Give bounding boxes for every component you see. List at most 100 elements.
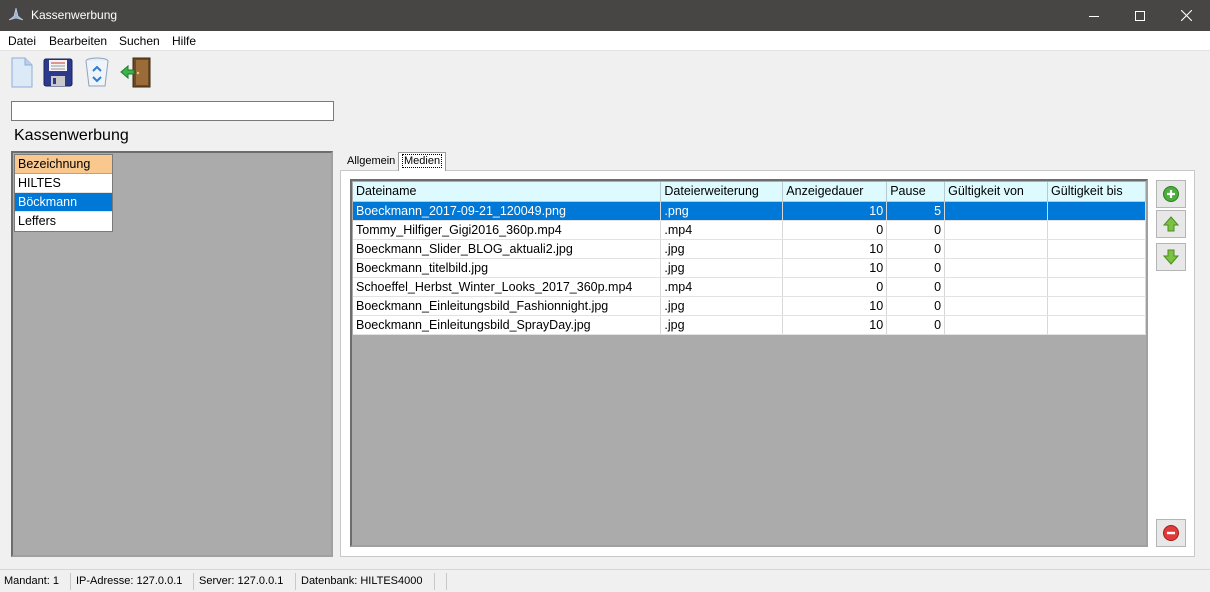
table-row[interactable]: Boeckmann_Einleitungsbild_SprayDay.jpg .j… bbox=[353, 315, 1146, 335]
cell-dateiname[interactable]: Boeckmann_Einleitungsbild_Fashionnight.j… bbox=[353, 296, 662, 316]
status-server: Server: 127.0.0.1 bbox=[199, 575, 284, 587]
menu-bearbeiten[interactable]: Bearbeiten bbox=[49, 34, 107, 48]
app-logo-icon bbox=[8, 7, 24, 21]
cell-pause[interactable]: 5 bbox=[886, 201, 946, 221]
table-header-row: Dateiname Dateierweiterung Anzeigedauer … bbox=[353, 182, 1146, 202]
cell-pause[interactable]: 0 bbox=[886, 258, 946, 278]
advertiser-list-panel: Bezeichnung HILTES Böckmann Leffers bbox=[11, 151, 333, 557]
cell-dateiname[interactable]: Boeckmann_titelbild.jpg bbox=[353, 258, 662, 278]
cell-dateiname[interactable]: Boeckmann_Einleitungsbild_SprayDay.jpg bbox=[353, 315, 662, 335]
add-icon bbox=[1163, 186, 1179, 202]
status-mandant: Mandant: 1 bbox=[4, 575, 60, 587]
minimize-button[interactable] bbox=[1071, 0, 1117, 31]
column-header-anzeigedauer[interactable]: Anzeigedauer bbox=[782, 182, 888, 202]
window-title: Kassenwerbung bbox=[31, 8, 118, 22]
cell-gueltigkeit-von[interactable] bbox=[944, 258, 1049, 278]
cell-dateierweiterung[interactable]: .mp4 bbox=[660, 277, 784, 297]
cell-gueltigkeit-bis[interactable] bbox=[1047, 201, 1146, 221]
close-button[interactable] bbox=[1163, 0, 1209, 31]
cell-gueltigkeit-von[interactable] bbox=[944, 239, 1049, 259]
status-database: Datenbank: HILTES4000 bbox=[301, 575, 423, 587]
move-down-button[interactable] bbox=[1156, 243, 1186, 271]
cell-gueltigkeit-bis[interactable] bbox=[1047, 220, 1146, 240]
cell-dateierweiterung[interactable]: .jpg bbox=[660, 315, 784, 335]
menu-suchen[interactable]: Suchen bbox=[119, 34, 160, 48]
table-row[interactable]: Tommy_Hilfiger_Gigi2016_360p.mp4 .mp4 0 0 bbox=[353, 220, 1146, 240]
recycle-bin-icon bbox=[85, 57, 109, 87]
cell-dateiname[interactable]: Boeckmann_Slider_BLOG_aktuali2.jpg bbox=[353, 239, 662, 259]
table-row[interactable]: Boeckmann_titelbild.jpg .jpg 10 0 bbox=[353, 258, 1146, 278]
maximize-button[interactable] bbox=[1117, 0, 1163, 31]
title-bar: Kassenwerbung bbox=[0, 0, 1210, 31]
cell-gueltigkeit-bis[interactable] bbox=[1047, 315, 1146, 335]
exit-button[interactable] bbox=[119, 55, 153, 89]
cell-pause[interactable]: 0 bbox=[886, 277, 946, 297]
status-divider bbox=[434, 573, 435, 590]
cell-anzeigedauer[interactable]: 10 bbox=[782, 258, 888, 278]
status-bar: Mandant: 1 IP-Adresse: 127.0.0.1 Server:… bbox=[0, 569, 1210, 592]
table-row-selected[interactable]: Boeckmann_2017-09-21_120049.png .png 10 5 bbox=[353, 201, 1146, 221]
menu-bar: Datei Bearbeiten Suchen Hilfe bbox=[0, 31, 1210, 51]
move-up-icon bbox=[1162, 216, 1180, 232]
cell-pause[interactable]: 0 bbox=[886, 296, 946, 316]
cell-dateierweiterung[interactable]: .jpg bbox=[660, 239, 784, 259]
cell-anzeigedauer[interactable]: 10 bbox=[782, 315, 888, 335]
cell-gueltigkeit-von[interactable] bbox=[944, 315, 1049, 335]
column-header-gueltigkeit-bis[interactable]: Gültigkeit bis bbox=[1047, 182, 1146, 202]
cell-anzeigedauer[interactable]: 0 bbox=[782, 220, 888, 240]
maximize-icon bbox=[1135, 10, 1145, 21]
cell-anzeigedauer[interactable]: 10 bbox=[782, 239, 888, 259]
cell-gueltigkeit-von[interactable] bbox=[944, 201, 1049, 221]
new-document-button[interactable] bbox=[4, 55, 38, 89]
cell-dateiname[interactable]: Boeckmann_2017-09-21_120049.png bbox=[353, 201, 662, 221]
cell-dateierweiterung[interactable]: .mp4 bbox=[660, 220, 784, 240]
column-header-gueltigkeit-von[interactable]: Gültigkeit von bbox=[944, 182, 1049, 202]
move-up-button[interactable] bbox=[1156, 210, 1186, 238]
search-input[interactable] bbox=[11, 101, 334, 121]
menu-datei[interactable]: Datei bbox=[8, 34, 36, 48]
cell-gueltigkeit-bis[interactable] bbox=[1047, 239, 1146, 259]
menu-hilfe[interactable]: Hilfe bbox=[172, 34, 196, 48]
cell-gueltigkeit-von[interactable] bbox=[944, 220, 1049, 240]
column-header-pause[interactable]: Pause bbox=[886, 182, 946, 202]
cell-dateiname[interactable]: Tommy_Hilfiger_Gigi2016_360p.mp4 bbox=[353, 220, 662, 240]
column-header-dateierweiterung[interactable]: Dateierweiterung bbox=[660, 182, 784, 202]
advertiser-grid: Bezeichnung HILTES Böckmann Leffers bbox=[14, 154, 113, 232]
cell-gueltigkeit-von[interactable] bbox=[944, 296, 1049, 316]
cell-pause[interactable]: 0 bbox=[886, 239, 946, 259]
cell-gueltigkeit-bis[interactable] bbox=[1047, 277, 1146, 297]
cell-dateierweiterung[interactable]: .jpg bbox=[660, 296, 784, 316]
column-header-bezeichnung[interactable]: Bezeichnung bbox=[15, 155, 112, 174]
save-button[interactable] bbox=[41, 55, 75, 89]
cell-pause[interactable]: 0 bbox=[886, 315, 946, 335]
tab-allgemein[interactable]: Allgemein bbox=[343, 153, 399, 171]
cell-gueltigkeit-bis[interactable] bbox=[1047, 258, 1146, 278]
cell-gueltigkeit-von[interactable] bbox=[944, 277, 1049, 297]
save-icon bbox=[43, 58, 73, 87]
list-item-selected[interactable]: Böckmann bbox=[15, 193, 112, 212]
cell-anzeigedauer[interactable]: 10 bbox=[782, 296, 888, 316]
cell-pause[interactable]: 0 bbox=[886, 220, 946, 240]
column-header-dateiname[interactable]: Dateiname bbox=[353, 182, 662, 202]
tab-medien-label: Medien bbox=[401, 154, 443, 168]
cell-dateierweiterung[interactable]: .jpg bbox=[660, 258, 784, 278]
cell-gueltigkeit-bis[interactable] bbox=[1047, 296, 1146, 316]
close-icon bbox=[1180, 10, 1192, 21]
status-divider bbox=[295, 573, 296, 590]
remove-media-button[interactable] bbox=[1156, 519, 1186, 547]
delete-button[interactable] bbox=[80, 55, 114, 89]
table-row[interactable]: Boeckmann_Einleitungsbild_Fashionnight.j… bbox=[353, 296, 1146, 316]
list-item[interactable]: Leffers bbox=[15, 212, 112, 231]
new-document-icon bbox=[11, 57, 33, 88]
minimize-icon bbox=[1089, 15, 1099, 17]
cell-dateiname[interactable]: Schoeffel_Herbst_Winter_Looks_2017_360p.… bbox=[353, 277, 662, 297]
cell-anzeigedauer[interactable]: 10 bbox=[782, 201, 888, 221]
cell-anzeigedauer[interactable]: 0 bbox=[782, 277, 888, 297]
media-table: Dateiname Dateierweiterung Anzeigedauer … bbox=[353, 182, 1146, 335]
list-item[interactable]: HILTES bbox=[15, 174, 112, 193]
table-row[interactable]: Boeckmann_Slider_BLOG_aktuali2.jpg .jpg 10… bbox=[353, 239, 1146, 259]
add-media-button[interactable] bbox=[1156, 180, 1186, 208]
tab-medien[interactable]: Medien bbox=[398, 152, 447, 171]
table-row[interactable]: Schoeffel_Herbst_Winter_Looks_2017_360p.… bbox=[353, 277, 1146, 297]
cell-dateierweiterung[interactable]: .png bbox=[660, 201, 784, 221]
